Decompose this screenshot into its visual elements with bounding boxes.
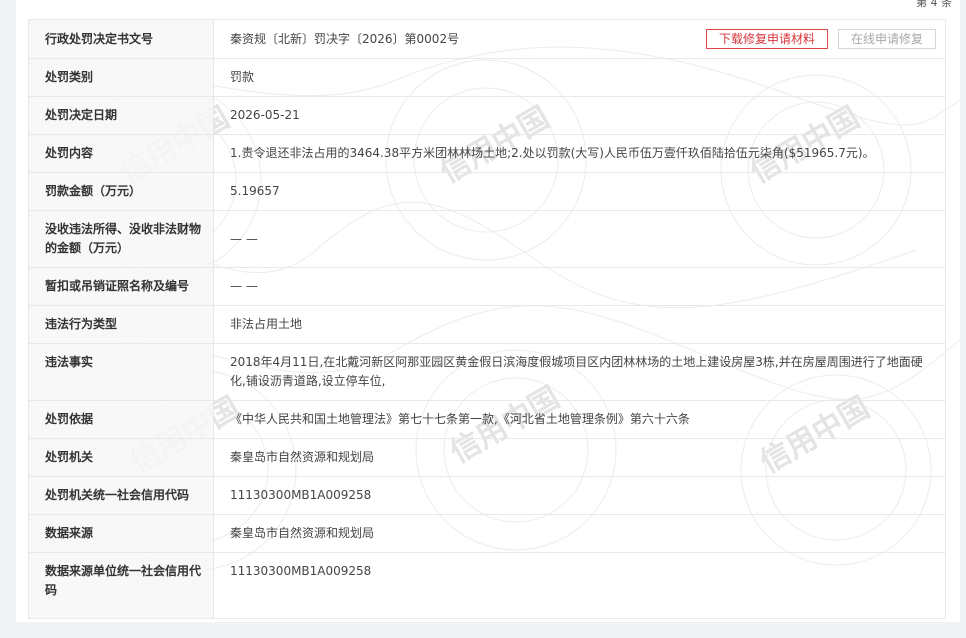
row-value: 5.19657 — [213, 172, 946, 211]
table-row: 处罚类别 罚款 — [28, 58, 946, 97]
table-row: 处罚机关统一社会信用代码 11130300MB1A009258 — [28, 476, 946, 515]
row-label: 数据来源单位统一社会信用代码 — [28, 552, 214, 619]
table-row: 罚款金额（万元） 5.19657 — [28, 172, 946, 211]
row-label: 处罚依据 — [28, 400, 214, 439]
table-row: 暂扣或吊销证照名称及编号 — — — [28, 267, 946, 306]
row-label: 行政处罚决定书文号 — [28, 19, 214, 59]
row-value: 秦皇岛市自然资源和规划局 — [213, 438, 946, 477]
download-repair-materials-button[interactable]: 下载修复申请材料 — [705, 29, 828, 49]
row-value: 《中华人民共和国土地管理法》第七十七条第一款,《河北省土地管理条例》第六十六条 — [213, 400, 946, 439]
table-row: 违法事实 2018年4月11日,在北戴河新区阿那亚园区黄金假日滨海度假城项目区内… — [28, 343, 946, 401]
row-label: 处罚机关统一社会信用代码 — [28, 476, 214, 515]
table-row: 违法行为类型 非法占用土地 — [28, 305, 946, 344]
row-label: 数据来源 — [28, 514, 214, 553]
row-value: — — — [213, 267, 946, 306]
row-label: 违法事实 — [28, 343, 214, 401]
row-value: 罚款 — [213, 58, 946, 97]
table-row: 数据来源单位统一社会信用代码 11130300MB1A009258 — [28, 552, 946, 619]
row-value: — — — [213, 210, 946, 268]
table-row: 处罚决定日期 2026-05-21 — [28, 96, 946, 135]
penalty-detail-table: 行政处罚决定书文号 秦资规〔北新〕罚决字〔2026〕第0002号 下载修复申请材… — [28, 19, 946, 619]
table-row: 处罚内容 1.责令退还非法占用的3464.38平方米团林林场土地;2.处以罚款(… — [28, 134, 946, 173]
row-value: 11130300MB1A009258 — [213, 552, 946, 619]
online-repair-application-button[interactable]: 在线申请修复 — [837, 29, 936, 49]
row-label: 罚款金额（万元） — [28, 172, 214, 211]
row-label: 暂扣或吊销证照名称及编号 — [28, 267, 214, 306]
row-value: 非法占用土地 — [213, 305, 946, 344]
row-value: 2026-05-21 — [213, 96, 946, 135]
table-row: 没收违法所得、没收非法财物的金额（万元） — — — [28, 210, 946, 268]
row-label: 处罚内容 — [28, 134, 214, 173]
page-count: 第 4 条 — [916, 0, 952, 9]
row-value: 2018年4月11日,在北戴河新区阿那亚园区黄金假日滨海度假城项目区内团林林场的… — [213, 343, 946, 401]
row-label: 处罚类别 — [28, 58, 214, 97]
row-label: 处罚决定日期 — [28, 96, 214, 135]
table-row: 处罚机关 秦皇岛市自然资源和规划局 — [28, 438, 946, 477]
row-value: 秦资规〔北新〕罚决字〔2026〕第0002号 — [230, 31, 460, 46]
table-row: 行政处罚决定书文号 秦资规〔北新〕罚决字〔2026〕第0002号 下载修复申请材… — [28, 19, 946, 59]
row-value: 1.责令退还非法占用的3464.38平方米团林林场土地;2.处以罚款(大写)人民… — [213, 134, 946, 173]
table-row: 数据来源 秦皇岛市自然资源和规划局 — [28, 514, 946, 553]
row-label: 处罚机关 — [28, 438, 214, 477]
row-label: 违法行为类型 — [28, 305, 214, 344]
table-row: 处罚依据 《中华人民共和国土地管理法》第七十七条第一款,《河北省土地管理条例》第… — [28, 400, 946, 439]
row-value: 11130300MB1A009258 — [213, 476, 946, 515]
detail-panel: 第 4 条 信用中国 信用中国 信用中国 信用中国 信用中国 信用中国 — [16, 0, 960, 622]
row-value: 秦皇岛市自然资源和规划局 — [213, 514, 946, 553]
row-label: 没收违法所得、没收非法财物的金额（万元） — [28, 210, 214, 268]
